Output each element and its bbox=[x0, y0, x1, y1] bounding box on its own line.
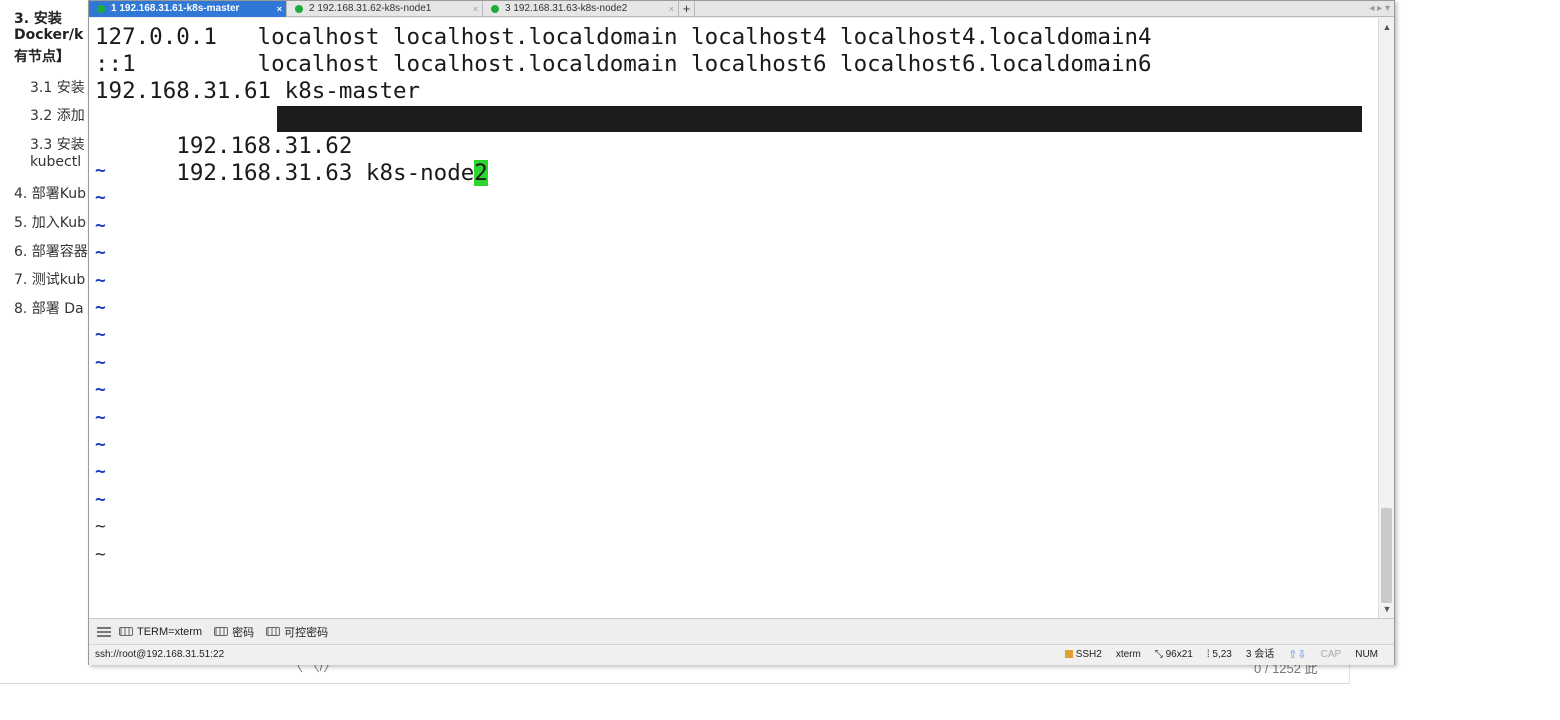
term-type-label: TERM=xterm bbox=[137, 625, 203, 638]
terminal-type-status: xterm bbox=[1115, 649, 1141, 660]
terminal-size-status: ⤡ 96x21 bbox=[1154, 649, 1193, 660]
encoding-label: 密码 bbox=[232, 626, 255, 639]
vertical-scrollbar[interactable]: ▲ ▼ bbox=[1378, 18, 1394, 618]
vim-tilde-line: ~ bbox=[95, 543, 106, 565]
tab-session-3[interactable]: 3 192.168.31.63-k8s-node2 × bbox=[483, 1, 679, 17]
toc-item[interactable]: kubectl bbox=[30, 154, 81, 170]
vim-tilde-line: ~ bbox=[95, 488, 106, 510]
terminal-line: 192.168.31.63 k8s-node2 bbox=[95, 133, 488, 186]
session-tab-bar: 1 192.168.31.61-k8s-master × 2 192.168.3… bbox=[89, 1, 1394, 17]
vim-tilde-line: ~ bbox=[95, 214, 106, 236]
vim-tilde-line: ~ bbox=[95, 461, 106, 483]
keyboard-icon bbox=[266, 627, 281, 636]
scroll-down-icon[interactable]: ▼ bbox=[1379, 602, 1395, 616]
keyboard-icon bbox=[119, 627, 133, 636]
lock-icon bbox=[1064, 650, 1073, 659]
vim-tilde-line: ~ bbox=[95, 269, 106, 291]
connection-address: ssh://root@192.168.31.51:22 bbox=[95, 649, 225, 660]
toc-item[interactable]: 5. 加入Kub bbox=[14, 212, 86, 232]
toc-item[interactable]: 有节点】 bbox=[14, 46, 70, 66]
controlled-encoding-label: 可控密码 bbox=[284, 626, 329, 639]
vim-tilde-line: ~ bbox=[95, 351, 106, 373]
toc-item[interactable]: 3. 安装 bbox=[14, 8, 62, 28]
vim-tilde-line: ~ bbox=[95, 406, 106, 428]
toc-item[interactable]: 7. 测试kub bbox=[14, 269, 85, 289]
tab-navigation-arrows[interactable]: ◂ ▸ ▾ bbox=[1369, 1, 1390, 17]
num-lock-indicator: NUM bbox=[1355, 649, 1378, 660]
toc-item[interactable]: 4. 部署Kub bbox=[14, 183, 86, 203]
tab-session-1[interactable]: 1 192.168.31.61-k8s-master × bbox=[89, 1, 287, 17]
toc-item[interactable]: 6. 部署容器 bbox=[14, 241, 88, 261]
protocol-label: SSH2 bbox=[1075, 649, 1102, 660]
bottom-toolbar: TERM=xterm 密码 可控密码 bbox=[89, 618, 1394, 644]
size-label: 96x21 bbox=[1165, 649, 1193, 660]
vim-tilde-line: ~ bbox=[95, 297, 106, 318]
tab-close-icon[interactable]: × bbox=[277, 1, 282, 17]
toc-item[interactable]: 8. 部署 Da bbox=[14, 298, 84, 318]
status-bar: ssh://root@192.168.31.51:22 SSH2 xterm ⤡… bbox=[89, 644, 1394, 665]
keyboard-icon bbox=[214, 627, 229, 636]
terminal-window: 1 192.168.31.61-k8s-master × 2 192.168.3… bbox=[88, 0, 1395, 665]
tab-close-icon[interactable]: × bbox=[473, 1, 478, 17]
term-type-button[interactable]: TERM=xterm bbox=[119, 626, 202, 638]
scroll-thumb[interactable] bbox=[1381, 508, 1392, 603]
toc-item[interactable]: 3.2 添加 bbox=[30, 105, 85, 125]
vim-tilde-line: ~ bbox=[95, 324, 106, 346]
vim-tilde-line: ~ bbox=[95, 160, 106, 181]
vim-tilde-line: ~ bbox=[95, 242, 106, 264]
line-text: 192.168.31.63 k8s-node bbox=[176, 160, 475, 186]
vim-tilde-line: ~ bbox=[95, 434, 106, 455]
position-label: 5,23 bbox=[1212, 649, 1232, 660]
session-count-status: 3 会话 bbox=[1245, 649, 1275, 660]
menu-icon[interactable] bbox=[97, 626, 111, 637]
scroll-up-icon[interactable]: ▲ bbox=[1379, 20, 1395, 34]
connected-status-icon bbox=[491, 5, 499, 13]
encoding-button[interactable]: 密码 bbox=[214, 624, 254, 640]
text-cursor bbox=[488, 133, 502, 159]
connected-status-icon bbox=[97, 5, 105, 13]
toc-item[interactable]: 3.3 安装 bbox=[30, 134, 85, 154]
tab-session-2[interactable]: 2 192.168.31.62-k8s-node1 × bbox=[287, 1, 483, 17]
vim-tilde-line: ~ bbox=[95, 516, 106, 538]
caps-lock-indicator: CAP bbox=[1320, 649, 1342, 660]
toc-item[interactable]: Docker/k bbox=[14, 27, 83, 43]
toc-item[interactable]: 3.1 安装 bbox=[30, 77, 85, 97]
connected-status-icon bbox=[295, 5, 303, 13]
terminal-line: ::1 localhost localhost.localdomain loca… bbox=[95, 51, 1152, 77]
terminal-line: 127.0.0.1 localhost localhost.localdomai… bbox=[95, 24, 1152, 50]
tab-label: 2 192.168.31.62-k8s-node1 bbox=[309, 3, 432, 14]
terminal-line: 192.168.31.61 k8s-master bbox=[95, 78, 421, 104]
block-cursor: 2 bbox=[474, 160, 488, 186]
vim-tilde-line: ~ bbox=[95, 379, 106, 401]
cursor-position-status: ⁞ 5,23 bbox=[1206, 649, 1232, 660]
terminal-line-selected: 192.168.31.62 k8s-node1 bbox=[95, 106, 501, 159]
new-tab-button[interactable]: + bbox=[679, 1, 695, 16]
terminal-output[interactable]: 127.0.0.1 localhost localhost.localdomai… bbox=[89, 18, 1378, 618]
protocol-status: SSH2 bbox=[1064, 645, 1102, 665]
controlled-encoding-button[interactable]: 可控密码 bbox=[266, 624, 328, 640]
tab-close-icon[interactable]: × bbox=[669, 1, 674, 17]
tab-label: 1 192.168.31.61-k8s-master bbox=[111, 3, 240, 14]
transfer-arrows-icon: ⇧⇩ bbox=[1288, 649, 1307, 661]
vim-tilde-line: ~ bbox=[95, 187, 106, 209]
tab-label: 3 192.168.31.63-k8s-node2 bbox=[505, 3, 628, 14]
